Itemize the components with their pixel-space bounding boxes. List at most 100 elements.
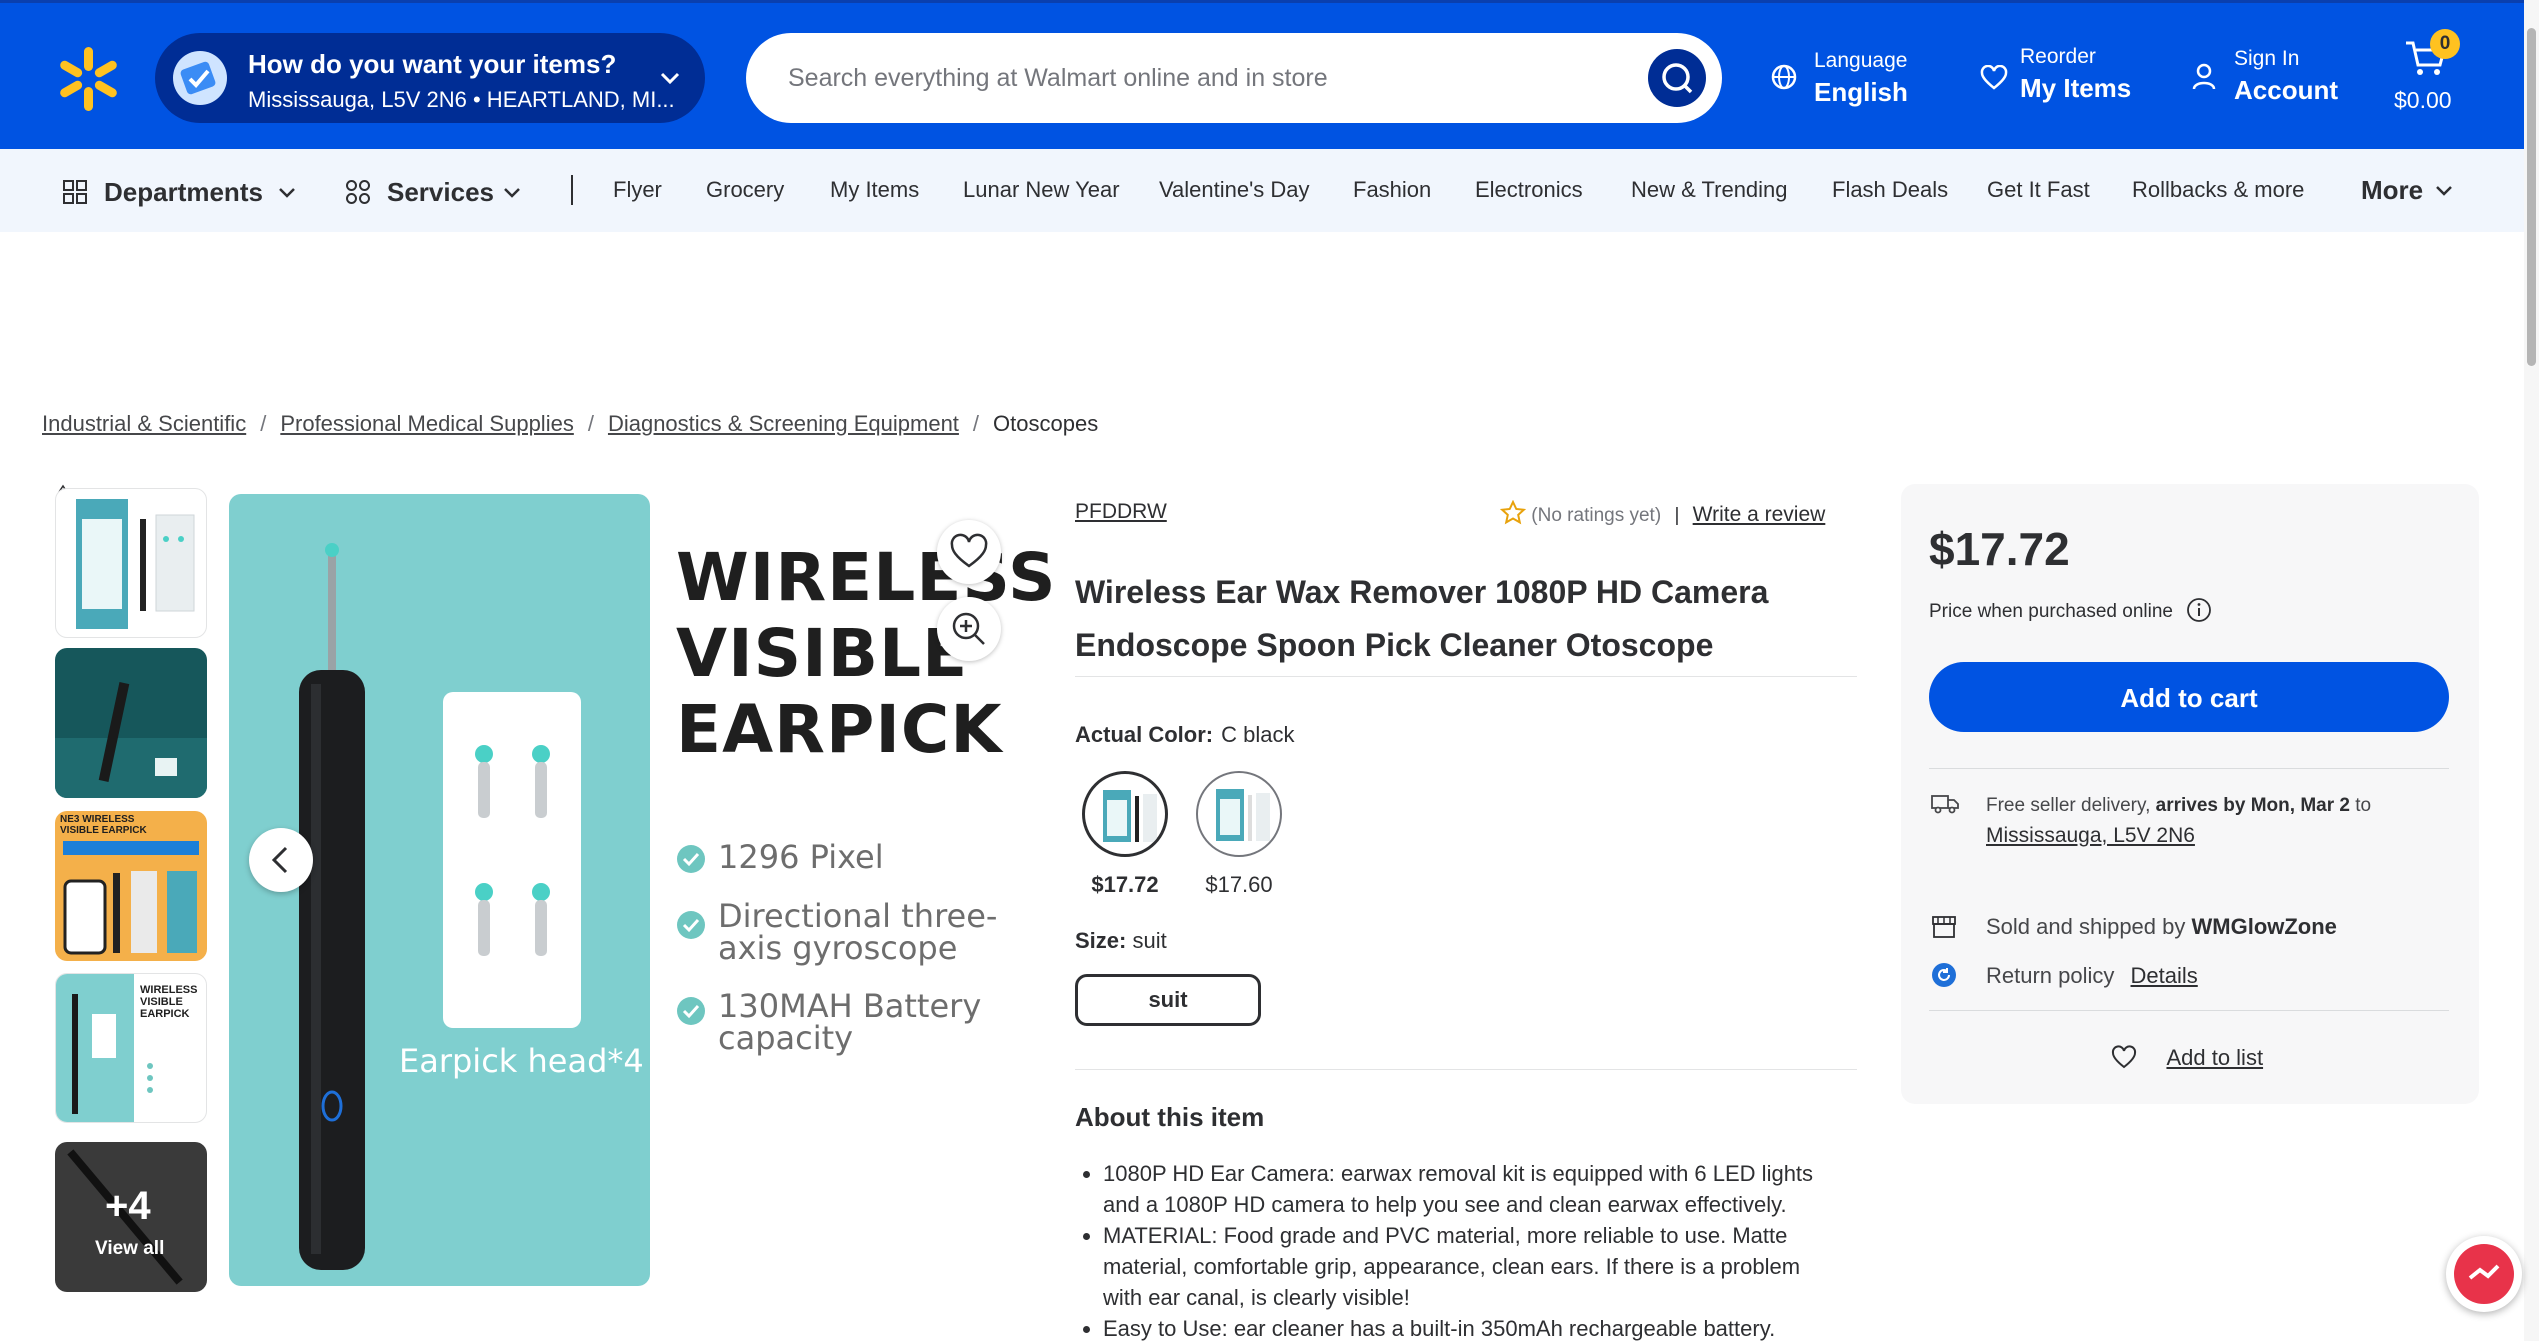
chat-help-button[interactable] <box>2446 1236 2522 1312</box>
ratings-text: (No ratings yet) <box>1531 505 1662 526</box>
nav-item-valentines-day[interactable]: Valentine's Day <box>1159 177 1310 203</box>
fulfillment-selector[interactable]: How do you want your items? Mississauga,… <box>155 33 705 123</box>
chevron-down-icon <box>2436 186 2452 196</box>
image-feature-list: 1296 Pixel Directional three-axis gyrosc… <box>676 838 1036 1070</box>
signin-label: Sign In <box>2234 47 2300 70</box>
check-icon <box>677 997 705 1025</box>
divider <box>1929 768 2449 769</box>
language-label: Language <box>1814 49 1908 72</box>
nav-item-flash-deals[interactable]: Flash Deals <box>1832 177 1948 203</box>
return-policy: Return policy Details <box>1986 963 2198 989</box>
thumbnail-4[interactable]: WIRELESS VISIBLE EARPICK <box>55 973 207 1123</box>
thumbnail-3[interactable]: NE3 WIRELESS VISIBLE EARPICK <box>55 811 207 961</box>
image-feature-3: 130MAH Battery capacity <box>718 987 982 1057</box>
breadcrumb-diagnostics[interactable]: Diagnostics & Screening Equipment <box>608 411 959 436</box>
scrollbar-thumb[interactable] <box>2527 28 2536 366</box>
return-details-link[interactable]: Details <box>2131 963 2198 988</box>
divider <box>1075 1069 1857 1070</box>
language-value: English <box>1814 77 1908 107</box>
price-note: Price when purchased online <box>1929 597 2212 623</box>
check-icon <box>677 911 705 939</box>
store-icon <box>1932 916 1956 938</box>
about-bullet-3: Easy to Use: ear cleaner has a built-in … <box>1103 1313 1835 1344</box>
breadcrumb-medical-supplies[interactable]: Professional Medical Supplies <box>280 411 574 436</box>
about-bullet-2: MATERIAL: Food grade and PVC material, m… <box>1103 1220 1835 1313</box>
price-note-text: Price when purchased online <box>1929 601 2173 622</box>
chevron-left-icon <box>271 846 288 874</box>
favorite-button[interactable] <box>937 520 1001 584</box>
color-swatch-c-black[interactable] <box>1082 771 1168 857</box>
fulfillment-title: How do you want your items? <box>248 49 617 79</box>
thumbnail-2[interactable] <box>55 648 207 798</box>
view-all-thumbnails[interactable]: +4 View all <box>55 1142 207 1292</box>
delivery-info: Free seller delivery, arrives by Mon, Ma… <box>1986 795 2371 817</box>
about-heading: About this item <box>1075 1102 1265 1132</box>
heart-icon <box>2111 1045 2137 1069</box>
color-swatch-alt[interactable] <box>1196 771 1282 857</box>
nav-item-fashion[interactable]: Fashion <box>1353 177 1431 203</box>
heart-icon <box>1980 65 2008 90</box>
chevron-down-icon <box>660 72 680 85</box>
image-feature-1: 1296 Pixel <box>718 838 884 876</box>
return-label: Return policy <box>1986 963 2115 988</box>
chat-icon <box>2454 1244 2514 1304</box>
size-selector-label: Size: suit <box>1075 928 1167 954</box>
signin-value: Account <box>2234 75 2338 105</box>
user-icon <box>2192 63 2216 90</box>
zoom-in-icon <box>952 612 985 645</box>
zoom-button[interactable] <box>937 597 1001 661</box>
image-caption: Earpick head*4 <box>399 1042 644 1080</box>
view-all-count: +4 <box>105 1184 151 1228</box>
top-header: How do you want your items? Mississauga,… <box>0 0 2524 149</box>
reorder-label: Reorder <box>2020 45 2096 68</box>
star-icon <box>1499 499 1527 525</box>
delivery-date: arrives by Mon, Mar 2 <box>2155 795 2350 816</box>
grid-icon <box>63 180 87 204</box>
color-label: Actual Color: <box>1075 722 1214 747</box>
size-value: suit <box>1132 928 1167 953</box>
thumbnail-1[interactable] <box>55 488 207 638</box>
about-bullets: 1080P HD Ear Camera: earwax removal kit … <box>1075 1158 1835 1344</box>
add-to-cart-button[interactable]: Add to cart <box>1929 662 2449 732</box>
breadcrumb-industrial-scientific[interactable]: Industrial & Scientific <box>42 411 246 436</box>
nav-item-lunar-new-year[interactable]: Lunar New Year <box>963 177 1120 203</box>
image-feature-2: Directional three-axis gyroscope <box>718 897 998 967</box>
search-input[interactable] <box>786 55 1606 101</box>
image-heading: WIRELESS VISIBLE EARPICK <box>676 539 1057 768</box>
reorder-value: My Items <box>2020 73 2132 103</box>
brand-link[interactable]: PFDDRW <box>1075 500 1167 524</box>
about-bullet-1: 1080P HD Ear Camera: earwax removal kit … <box>1103 1158 1835 1220</box>
variant-price-1: $17.72 <box>1091 872 1159 897</box>
search-bar <box>746 33 1722 123</box>
delivery-suffix: to <box>2355 795 2372 816</box>
add-to-list-label: Add to list <box>2166 1045 2264 1070</box>
thumbnail-4-text: WIRELESS VISIBLE EARPICK <box>140 984 198 1020</box>
add-to-list-button[interactable]: Add to list <box>2110 1045 2263 1071</box>
write-review-link[interactable]: Write a review <box>1693 503 1826 526</box>
color-value: C black <box>1221 722 1295 747</box>
nav-item-grocery[interactable]: Grocery <box>706 177 784 203</box>
nav-item-rollbacks[interactable]: Rollbacks & more <box>2132 177 2304 203</box>
return-policy-icon <box>1932 963 1956 987</box>
buy-box <box>1901 484 2479 1104</box>
info-icon[interactable] <box>2186 597 2212 623</box>
buybox-price: $17.72 <box>1929 523 2070 575</box>
search-button[interactable] <box>1648 49 1706 107</box>
previous-image-button[interactable] <box>249 828 313 892</box>
nav-item-electronics[interactable]: Electronics <box>1475 177 1583 203</box>
nav-item-my-items[interactable]: My Items <box>830 177 919 203</box>
size-label: Size: <box>1075 928 1127 953</box>
check-icon <box>677 845 705 873</box>
nav-item-get-it-fast[interactable]: Get It Fast <box>1987 177 2090 203</box>
size-option-suit[interactable]: suit <box>1075 974 1261 1026</box>
walmart-spark-logo[interactable] <box>52 43 124 115</box>
services-label: Services <box>387 177 494 207</box>
sold-prefix: Sold and shipped by <box>1986 914 2186 939</box>
nav-item-new-trending[interactable]: New & Trending <box>1631 177 1788 203</box>
ratings-summary: (No ratings yet) | Write a review <box>1499 499 1826 527</box>
category-nav: Departments Services Flyer Grocery My It… <box>0 149 2524 232</box>
delivery-location-link[interactable]: Mississauga, L5V 2N6 <box>1986 824 2195 848</box>
seller-name[interactable]: WMGlowZone <box>2192 914 2337 939</box>
search-icon <box>1662 63 1693 94</box>
nav-item-flyer[interactable]: Flyer <box>613 177 662 203</box>
